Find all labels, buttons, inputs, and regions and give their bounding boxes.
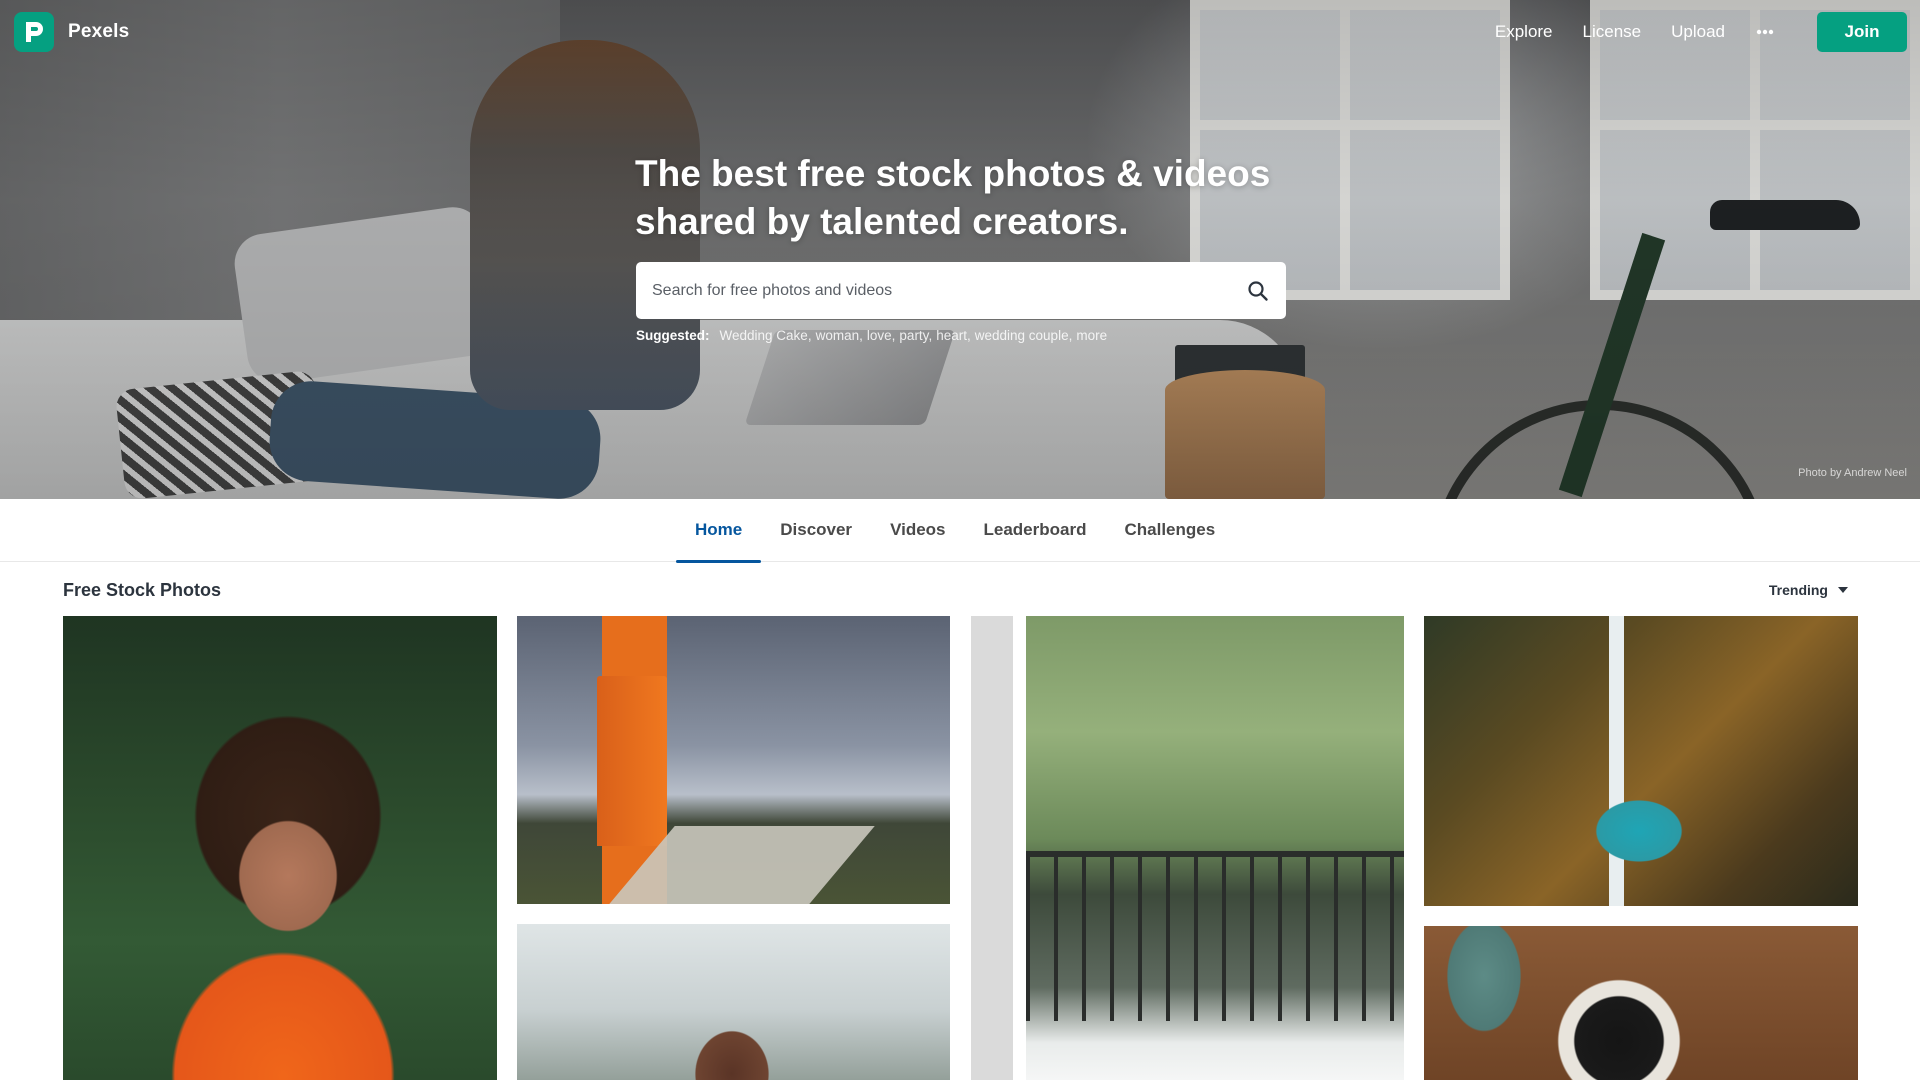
nav-link-explore[interactable]: Explore: [1495, 22, 1553, 42]
pexels-logo-icon: [14, 12, 54, 52]
sort-label: Trending: [1768, 582, 1828, 598]
tab-home[interactable]: Home: [676, 499, 762, 563]
nav-link-upload[interactable]: Upload: [1671, 22, 1725, 42]
photo-credit[interactable]: Photo by Andrew Neel: [1798, 467, 1907, 479]
tab-videos[interactable]: Videos: [871, 499, 964, 561]
tab-challenges[interactable]: Challenges: [1105, 499, 1234, 561]
more-horizontal-icon[interactable]: [1755, 22, 1775, 42]
suggested-item-woman[interactable]: woman,: [816, 328, 863, 343]
photo-waterfall[interactable]: [1424, 616, 1858, 906]
nav-link-license[interactable]: License: [1583, 22, 1642, 42]
nav-links: Explore License Upload Join: [1495, 11, 1920, 53]
photo-woman-butterflies[interactable]: [63, 616, 497, 1080]
chevron-down-icon: [1838, 587, 1848, 593]
hero-title: The best free stock photos & videos shar…: [635, 153, 1271, 242]
pexels-logo[interactable]: Pexels: [14, 12, 129, 52]
suggested-item-party[interactable]: party,: [899, 328, 932, 343]
suggested-item-heart[interactable]: heart,: [936, 328, 971, 343]
photo-orange-lighthouse[interactable]: [517, 616, 950, 904]
photo-woman-portrait[interactable]: [517, 924, 950, 1080]
suggested-item-more[interactable]: more: [1076, 328, 1107, 343]
hero-background-photo: [0, 0, 1920, 499]
suggested-searches: Suggested: Wedding Cake, woman, love, pa…: [636, 328, 1107, 343]
photo-balcony-trees[interactable]: [971, 616, 1404, 1080]
suggested-label: Suggested:: [636, 328, 710, 343]
brand-name: Pexels: [68, 21, 130, 42]
main-tabs: Home Discover Videos Leaderboard Challen…: [676, 499, 1234, 563]
sort-dropdown[interactable]: Trending: [1769, 582, 1848, 598]
suggested-item-love[interactable]: love,: [867, 328, 896, 343]
search-icon[interactable]: [1230, 262, 1286, 319]
tab-discover[interactable]: Discover: [761, 499, 871, 561]
suggested-item-wedding-cake[interactable]: Wedding Cake,: [720, 328, 812, 343]
search-box: [636, 262, 1286, 319]
suggested-item-wedding-couple[interactable]: wedding couple,: [975, 328, 1073, 343]
search-input[interactable]: [636, 262, 1230, 319]
join-button[interactable]: Join: [1817, 12, 1907, 52]
section-title: Free Stock Photos: [63, 580, 222, 600]
photo-coffee-cup[interactable]: [1424, 926, 1858, 1080]
tab-leaderboard[interactable]: Leaderboard: [965, 499, 1106, 561]
top-navigation: Pexels Explore License Upload Join: [0, 0, 1920, 64]
tabs-bar: Home Discover Videos Leaderboard Challen…: [0, 499, 1920, 563]
